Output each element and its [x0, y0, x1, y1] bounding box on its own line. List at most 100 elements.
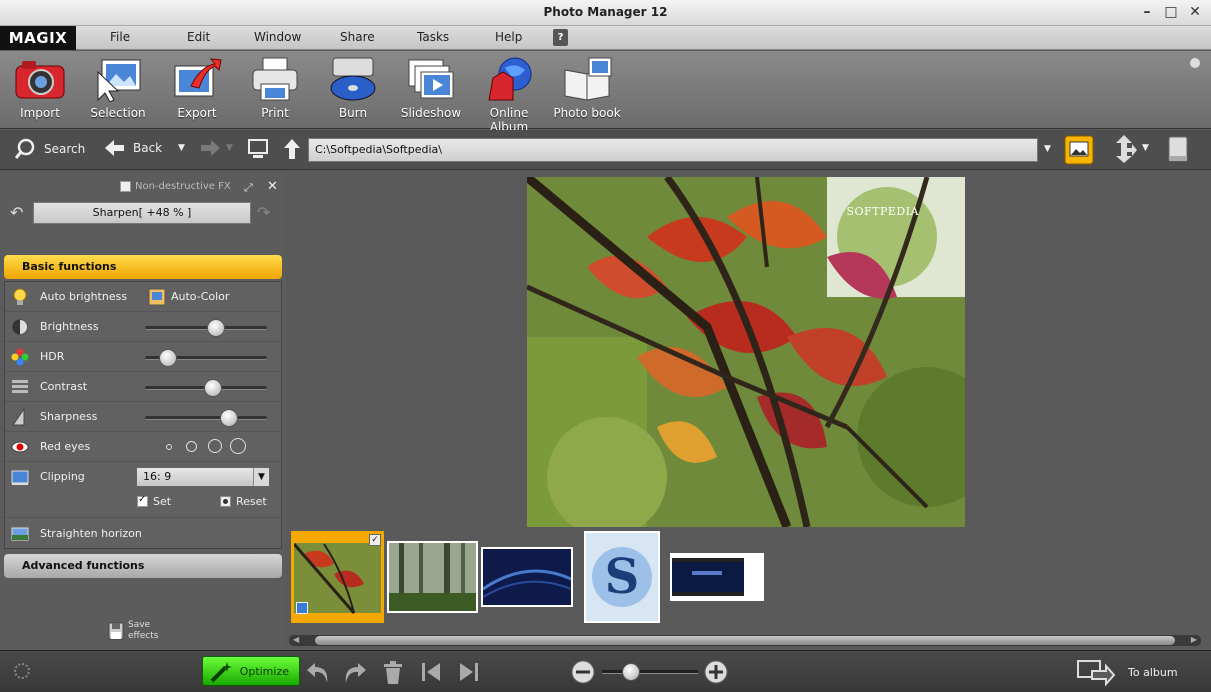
- optimize-button[interactable]: Optimize: [202, 656, 300, 686]
- slideshow-icon: [405, 56, 457, 102]
- menu-file[interactable]: File: [110, 30, 130, 44]
- burn-button[interactable]: Burn: [314, 56, 392, 120]
- brush-size-large[interactable]: [208, 439, 222, 453]
- horizon-icon: [11, 527, 29, 541]
- non-destructive-toggle[interactable]: Non-destructive FX: [120, 181, 231, 192]
- menu-share[interactable]: Share: [340, 30, 375, 44]
- rotate-button[interactable]: [1110, 134, 1138, 164]
- zoom-slider-handle[interactable]: [621, 663, 640, 681]
- sharpness-icon: [12, 408, 25, 426]
- sharpness-slider[interactable]: [145, 409, 267, 427]
- brush-size-medium[interactable]: [186, 441, 197, 452]
- export-button[interactable]: Export: [158, 56, 236, 120]
- auto-brightness-button[interactable]: Auto brightness: [40, 290, 127, 303]
- non-destructive-checkbox[interactable]: [120, 181, 131, 192]
- menu-window[interactable]: Window: [254, 30, 301, 44]
- clipping-ratio-select[interactable]: 16: 9 ▼: [136, 467, 270, 487]
- forward-history-dropdown[interactable]: ▼: [226, 143, 233, 153]
- contrast-slider-handle[interactable]: [204, 379, 223, 397]
- auto-color-button[interactable]: Auto-Color: [171, 290, 229, 303]
- brightness-slider[interactable]: [145, 319, 267, 337]
- computer-button[interactable]: [247, 138, 269, 160]
- reset-icon: [220, 496, 231, 507]
- brush-size-xlarge[interactable]: [230, 438, 246, 454]
- photo-book-button[interactable]: Photo book: [548, 56, 626, 120]
- red-eyes-label: Red eyes: [40, 440, 91, 453]
- menu-help[interactable]: Help: [495, 30, 522, 44]
- close-panel-icon[interactable]: ✕: [267, 179, 278, 194]
- clipping-set-button[interactable]: Set: [137, 494, 171, 508]
- zoom-slider[interactable]: [602, 663, 698, 681]
- thumbnail-5[interactable]: [670, 553, 764, 601]
- selection-button[interactable]: Selection: [79, 56, 157, 120]
- search-button[interactable]: Search: [14, 138, 85, 160]
- thumbnail-check-icon[interactable]: ✓: [369, 534, 381, 546]
- rotate-dropdown[interactable]: ▼: [1142, 143, 1149, 153]
- toolbar-option-dot[interactable]: [1189, 57, 1201, 69]
- up-folder-button[interactable]: [282, 138, 302, 160]
- edited-marker-icon: [296, 602, 308, 614]
- view-mode-button[interactable]: [1064, 135, 1094, 165]
- undo-effect-icon[interactable]: ↶: [10, 203, 23, 222]
- thumbnail-2[interactable]: [387, 541, 478, 613]
- path-input[interactable]: C:\Softpedia\Softpedia\: [308, 138, 1038, 162]
- sharpness-slider-handle[interactable]: [220, 409, 239, 427]
- clipping-row: Clipping 16: 9 ▼ Set Reset: [5, 462, 281, 518]
- redo-icon[interactable]: [342, 659, 368, 685]
- path-dropdown[interactable]: ▼: [1044, 144, 1051, 154]
- back-button[interactable]: Back: [103, 138, 162, 158]
- zoom-out-icon[interactable]: [570, 659, 596, 685]
- scroll-left-icon[interactable]: ◀: [293, 635, 299, 644]
- clipping-reset-button[interactable]: Reset: [220, 495, 267, 508]
- brightness-slider-handle[interactable]: [206, 319, 225, 337]
- thumbnail-4[interactable]: S: [584, 531, 660, 623]
- autumn-leaves-image: [527, 177, 965, 527]
- forward-button[interactable]: [200, 138, 222, 158]
- straighten-row[interactable]: Straighten horizon: [5, 519, 281, 549]
- thumbnail-scrollbar[interactable]: ◀ ▶: [289, 635, 1201, 646]
- save-effects-button[interactable]: Save effects: [108, 620, 158, 642]
- brush-size-small[interactable]: [166, 444, 172, 450]
- main-photo-preview[interactable]: SOFTPEDIA: [527, 177, 965, 527]
- disc-burn-icon: [327, 56, 379, 102]
- zoom-in-icon[interactable]: [703, 659, 729, 685]
- photo-view-icon: [1064, 135, 1094, 165]
- back-history-dropdown[interactable]: ▼: [178, 143, 185, 153]
- print-button[interactable]: Print: [236, 56, 314, 120]
- floppy-disk-icon: [108, 622, 124, 640]
- previous-photo-icon[interactable]: [418, 659, 444, 685]
- scrollbar-thumb[interactable]: [315, 636, 1175, 645]
- window-title: Photo Manager 12: [543, 5, 668, 19]
- import-button[interactable]: Import: [1, 56, 79, 120]
- online-album-button[interactable]: Online Album: [470, 56, 548, 134]
- menu-tasks[interactable]: Tasks: [417, 30, 449, 44]
- scroll-right-icon[interactable]: ▶: [1191, 635, 1197, 644]
- tool-label: Photo book: [553, 106, 621, 120]
- context-help-icon[interactable]: ?: [553, 29, 568, 46]
- info-panel-button[interactable]: [1167, 134, 1189, 164]
- detach-panel-icon[interactable]: ⤢: [244, 181, 253, 195]
- menu-edit[interactable]: Edit: [187, 30, 210, 44]
- blue-wallpaper-thumbnail-image: [483, 549, 571, 605]
- trash-icon[interactable]: [380, 659, 406, 685]
- thumbnail-3[interactable]: [481, 547, 573, 607]
- softpedia-s-thumbnail-image: S: [586, 533, 658, 621]
- contrast-row: Contrast: [5, 372, 281, 402]
- hdr-slider-handle[interactable]: [159, 349, 178, 367]
- basic-functions-header[interactable]: Basic functions: [4, 255, 282, 279]
- undo-icon[interactable]: [305, 659, 331, 685]
- contrast-slider[interactable]: [145, 379, 267, 397]
- slideshow-button[interactable]: Slideshow: [392, 56, 470, 120]
- selection-icon: [92, 56, 144, 103]
- close-button[interactable]: ✕: [1187, 3, 1203, 21]
- to-album-icon[interactable]: [1076, 657, 1116, 687]
- advanced-functions-header[interactable]: Advanced functions: [4, 554, 282, 578]
- minimize-button[interactable]: –: [1139, 3, 1155, 21]
- maximize-button[interactable]: □: [1163, 3, 1179, 21]
- thumbnail-1-selected[interactable]: ✓: [291, 531, 384, 623]
- next-photo-icon[interactable]: [456, 659, 482, 685]
- hdr-slider[interactable]: [145, 349, 267, 367]
- redo-effect-icon[interactable]: ↷: [257, 203, 270, 222]
- sharpness-row: Sharpness: [5, 402, 281, 432]
- to-album-button[interactable]: To album: [1128, 666, 1178, 679]
